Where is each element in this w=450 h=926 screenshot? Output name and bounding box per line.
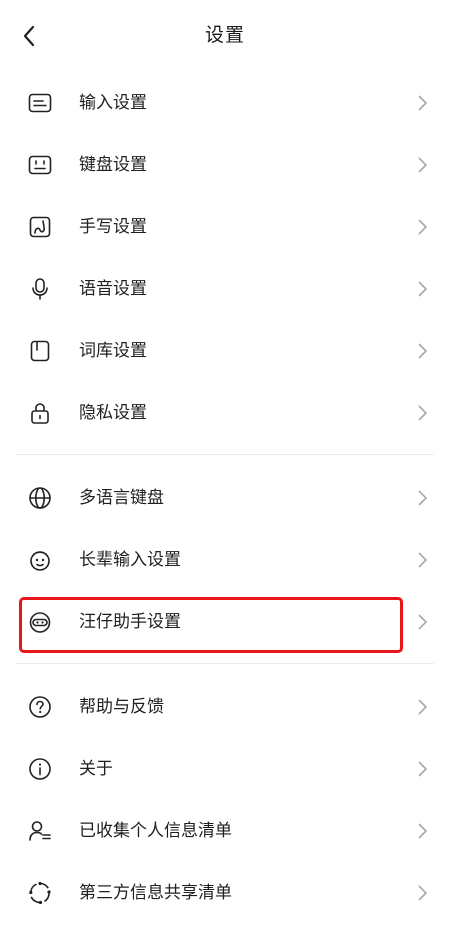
settings-item-label: 长辈输入设置 [79, 550, 181, 570]
keyboard-input-icon [28, 93, 52, 113]
chevron-right-icon [418, 823, 428, 839]
chevron-right-icon [418, 885, 428, 901]
settings-item-label: 多语言键盘 [79, 488, 164, 508]
microphone-icon [32, 278, 48, 300]
settings-item-label: 已收集个人信息清单 [79, 821, 232, 841]
header: 设置 [0, 0, 450, 72]
globe-icon [29, 487, 51, 509]
handwriting-icon [29, 216, 51, 238]
settings-item-dictionary[interactable]: 词库设置 [0, 320, 450, 382]
settings-item-help-feedback[interactable]: 帮助与反馈 [0, 676, 450, 738]
chevron-right-icon [418, 614, 428, 630]
help-icon [29, 696, 51, 718]
chevron-right-icon [418, 343, 428, 359]
chevron-right-icon [418, 761, 428, 777]
dog-assistant-icon [29, 612, 51, 633]
settings-item-privacy[interactable]: 隐私设置 [0, 382, 450, 444]
settings-item-input[interactable]: 输入设置 [0, 72, 450, 134]
settings-list: 输入设置 键盘设置 手写设置 语音设置 词库设置 隐私设置 多语言键盘 长辈输入… [0, 72, 450, 924]
share-circle-icon [29, 881, 51, 905]
settings-item-label: 帮助与反馈 [79, 697, 164, 717]
chevron-right-icon [418, 219, 428, 235]
settings-item-wangzai-assistant[interactable]: 汪仔助手设置 [0, 591, 450, 653]
settings-item-elder-input[interactable]: 长辈输入设置 [0, 529, 450, 591]
lock-icon [31, 403, 49, 424]
dictionary-icon [30, 340, 50, 362]
chevron-right-icon [418, 552, 428, 568]
settings-item-about[interactable]: 关于 [0, 738, 450, 800]
settings-item-label: 汪仔助手设置 [79, 612, 181, 632]
user-list-icon [29, 821, 51, 841]
chevron-right-icon [418, 490, 428, 506]
chevron-right-icon [418, 699, 428, 715]
info-icon [29, 758, 51, 780]
settings-item-keyboard[interactable]: 键盘设置 [0, 134, 450, 196]
chevron-right-icon [418, 405, 428, 421]
settings-item-label: 键盘设置 [79, 155, 147, 175]
settings-item-label: 语音设置 [79, 279, 147, 299]
chevron-right-icon [418, 281, 428, 297]
chevron-right-icon [418, 95, 428, 111]
chevron-right-icon [418, 157, 428, 173]
settings-item-voice[interactable]: 语音设置 [0, 258, 450, 320]
section-divider [16, 663, 434, 664]
settings-item-handwriting[interactable]: 手写设置 [0, 196, 450, 258]
page-title: 设置 [204, 24, 245, 46]
elder-face-icon [30, 551, 50, 571]
settings-item-label: 隐私设置 [79, 403, 147, 423]
settings-item-label: 输入设置 [79, 93, 147, 113]
settings-item-label: 词库设置 [79, 341, 147, 361]
settings-item-multilanguage[interactable]: 多语言键盘 [0, 467, 450, 529]
settings-item-third-party-sharing[interactable]: 第三方信息共享清单 [0, 862, 450, 924]
keyboard-icon [28, 155, 52, 175]
settings-item-label: 第三方信息共享清单 [79, 883, 232, 903]
section-divider [16, 454, 434, 455]
settings-item-collected-info[interactable]: 已收集个人信息清单 [0, 800, 450, 862]
settings-item-label: 手写设置 [79, 217, 147, 237]
settings-item-label: 关于 [79, 759, 113, 779]
